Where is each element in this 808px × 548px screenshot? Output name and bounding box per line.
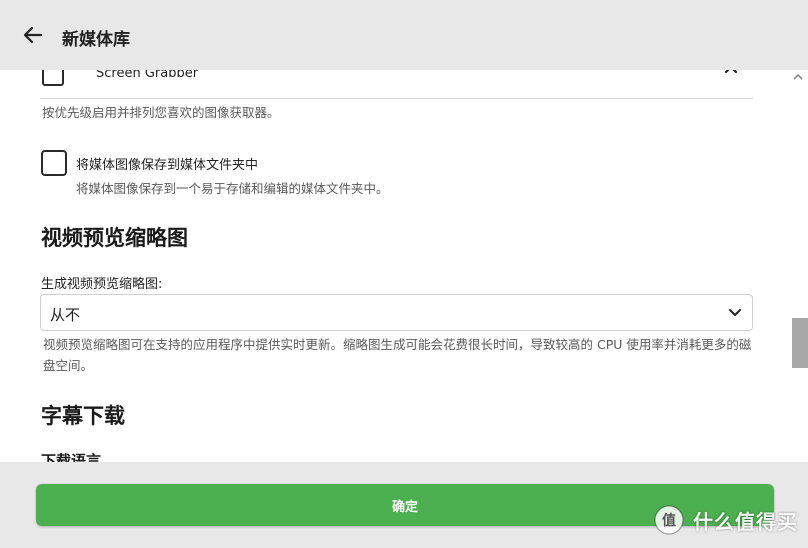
chevron-down-icon <box>729 309 741 316</box>
dialog-header: 新媒体库 <box>0 0 808 70</box>
thumbnail-helper: 视频预览缩略图可在支持的应用程序中提供实时更新。缩略图生成可能会花费很长时间，导… <box>43 337 752 373</box>
save-media-checkbox[interactable] <box>41 150 67 176</box>
smzdm-logo-icon: 值 <box>654 505 684 535</box>
back-button[interactable] <box>20 22 46 48</box>
chevron-up-icon[interactable] <box>723 70 739 76</box>
save-media-label: 将媒体图像保存到媒体文件夹中 <box>76 158 259 173</box>
section-title-subtitles: 字幕下载 <box>41 404 125 428</box>
download-languages-label: 下载语言 <box>41 452 102 462</box>
settings-scroll-area[interactable]: Screen Grabber 按优先级启用并排列您喜欢的图像获取器。 将媒体图像… <box>0 70 790 462</box>
watermark: 值 什么值得买 <box>653 502 798 538</box>
scrollbar-thumb[interactable] <box>792 318 808 368</box>
page-title: 新媒体库 <box>62 30 130 50</box>
plugin-row-screen-grabber[interactable]: Screen Grabber <box>40 70 753 99</box>
caret-up-icon <box>793 73 803 80</box>
thumbnail-frequency-select[interactable]: 从不 <box>40 294 753 331</box>
arrow-left-icon <box>23 26 43 44</box>
new-media-library-dialog: 新媒体库 Screen Grabber 按优先级启用并排列您喜欢的图像获取器。 … <box>0 0 808 548</box>
plugin-name: Screen Grabber <box>96 70 199 81</box>
scrollbar-track[interactable] <box>792 70 808 462</box>
svg-text:值: 值 <box>662 512 676 529</box>
section-title-video-thumbnails: 视频预览缩略图 <box>41 226 188 250</box>
watermark-text: 什么值得买 <box>693 509 798 534</box>
image-grabbers-helper: 按优先级启用并排列您喜欢的图像获取器。 <box>42 105 280 120</box>
save-media-helper: 将媒体图像保存到一个易于存储和编辑的媒体文件夹中。 <box>76 181 389 196</box>
select-value: 从不 <box>50 306 81 324</box>
thumbnail-field-label: 生成视频预览缩略图: <box>41 277 163 292</box>
scroll-up-arrow-icon[interactable] <box>792 72 804 84</box>
screen-grabber-checkbox[interactable] <box>42 70 64 86</box>
